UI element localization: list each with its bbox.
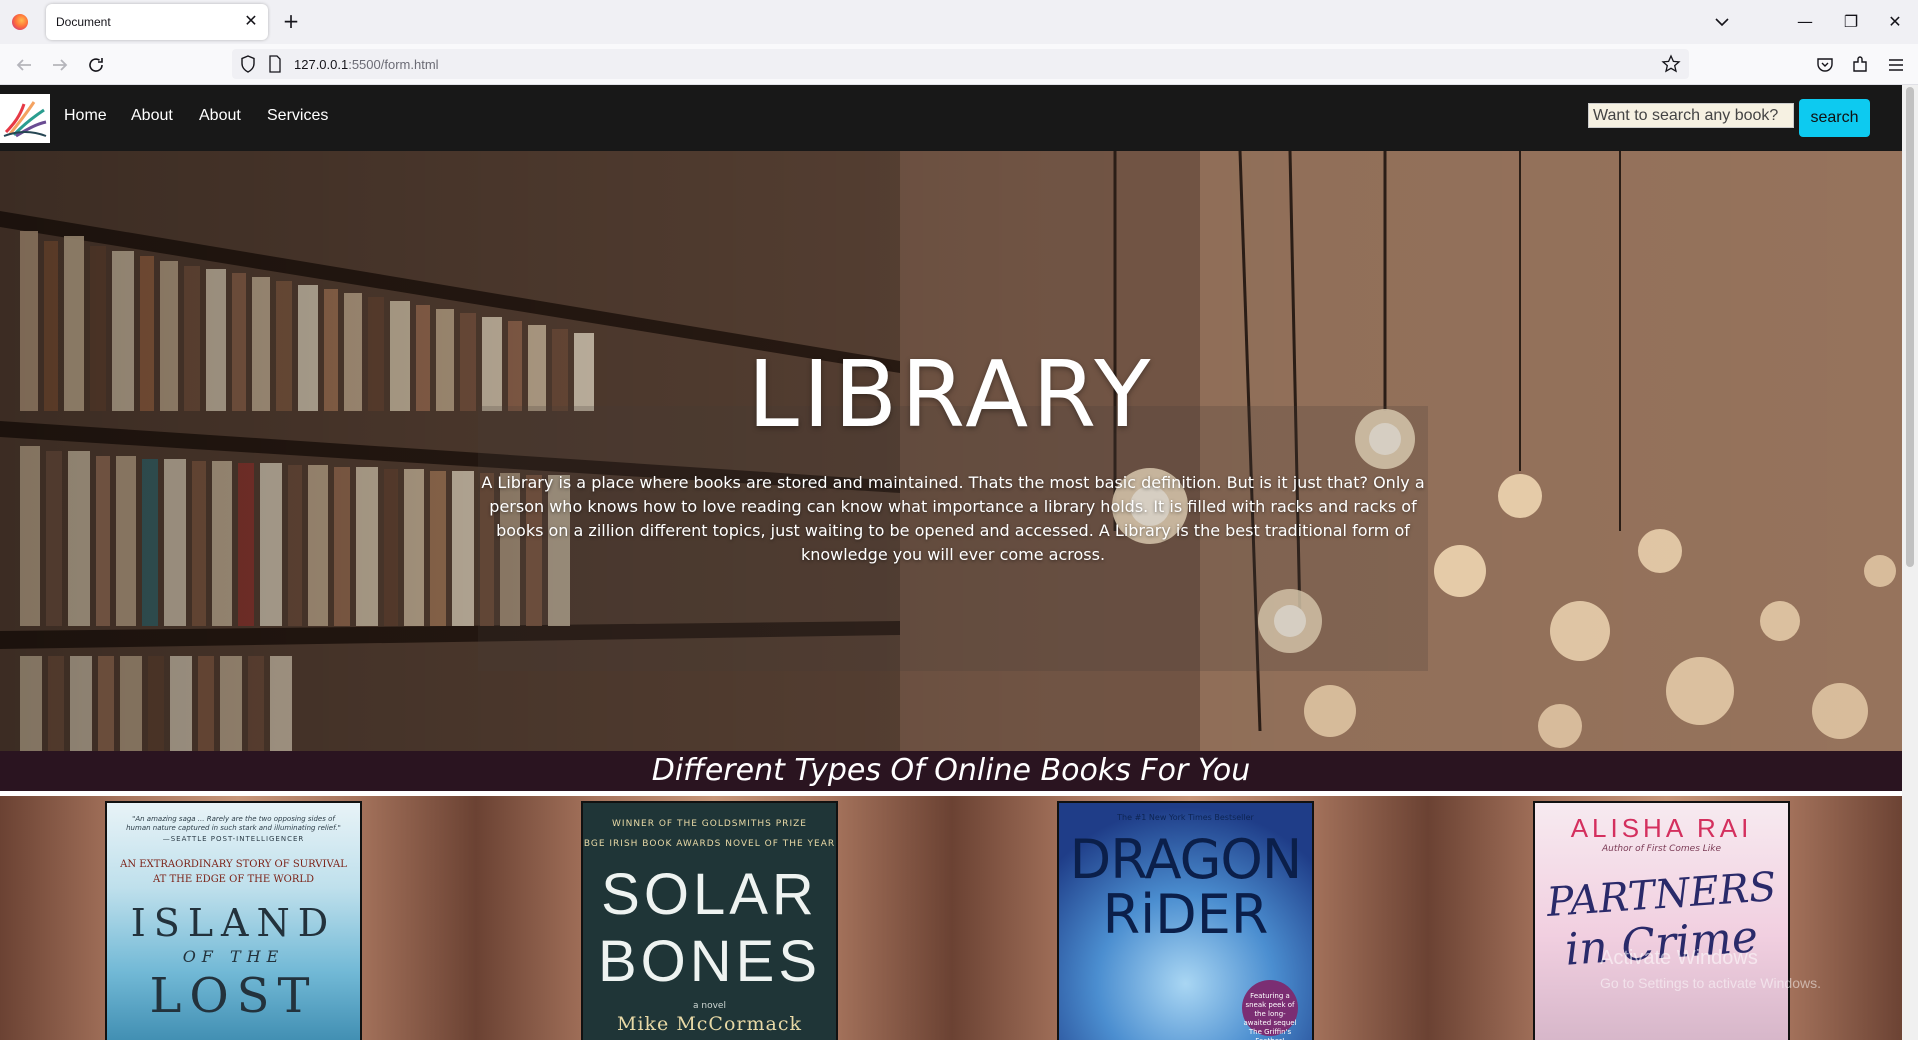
reload-icon[interactable] xyxy=(84,53,108,77)
menu-hamburger-icon[interactable] xyxy=(1886,55,1906,75)
book-title-line-3: LOST xyxy=(149,968,318,1024)
new-tab-button[interactable]: + xyxy=(280,10,302,32)
book-gallery: "An amazing saga ... Rarely are the two … xyxy=(0,796,1904,1040)
web-page: Home About About Services Want to search… xyxy=(0,85,1918,1040)
book-title-line-2: RiDER xyxy=(1102,883,1269,946)
list-all-tabs-icon[interactable] xyxy=(1712,12,1732,32)
book-title-line-2: OF THE xyxy=(182,947,285,966)
book-badge: Featuring a sneak peek of the long-await… xyxy=(1242,980,1298,1040)
section-header: Different Types Of Online Books For You xyxy=(0,751,1902,791)
book-byline: Author of First Comes Like xyxy=(1601,844,1722,854)
firefox-logo-icon xyxy=(12,14,28,30)
scrollbar-thumb[interactable] xyxy=(1906,87,1914,567)
hero-description: A Library is a place where books are sto… xyxy=(481,473,1425,564)
book-author: Mike McCormack xyxy=(617,1013,802,1035)
browser-toolbar: 127.0.0.1:5500/form.html xyxy=(0,44,1918,85)
book-title-line-1: ISLAND xyxy=(130,901,337,945)
book-award-2: BGE IRISH BOOK AWARDS NOVEL OF THE YEAR xyxy=(583,839,836,849)
book-cover-island-of-the-lost[interactable]: "An amazing saga ... Rarely are the two … xyxy=(105,801,362,1040)
book-cover-partners-in-crime[interactable]: ALISHA RAI Author of First Comes Like PA… xyxy=(1533,801,1790,1040)
book-quote-source: —SEATTLE POST-INTELLIGENCER xyxy=(162,835,305,843)
book-tagline-1: AN EXTRAORDINARY STORY OF SURVIVAL xyxy=(120,859,347,870)
hero-section: LIBRARY A Library is a place where books… xyxy=(0,151,1902,751)
bookmark-star-icon[interactable] xyxy=(1661,54,1681,74)
nav-link-services[interactable]: Services xyxy=(267,107,328,125)
book-card[interactable]: "An amazing saga ... Rarely are the two … xyxy=(0,796,476,1040)
site-logo-icon[interactable] xyxy=(0,94,50,143)
book-title-line-1: SOLAR xyxy=(601,862,818,927)
window-restore-button[interactable]: ❐ xyxy=(1828,8,1874,36)
book-title-line-1: DRAGON xyxy=(1069,828,1303,891)
book-cover-dragon-rider[interactable]: The #1 New York Times Bestseller DRAGON … xyxy=(1057,801,1314,1040)
forward-arrow-icon[interactable] xyxy=(48,53,72,77)
tab-title: Document xyxy=(56,15,111,29)
book-subtitle: a novel xyxy=(693,1001,726,1011)
tab-close-icon[interactable]: ✕ xyxy=(242,12,260,30)
window-close-button[interactable]: ✕ xyxy=(1872,8,1918,36)
section-title: Different Types Of Online Books For You xyxy=(651,753,1251,788)
book-cover-solar-bones[interactable]: WINNER OF THE GOLDSMITHS PRIZE BGE IRISH… xyxy=(581,801,838,1040)
page-info-icon[interactable] xyxy=(268,55,282,73)
windows-activation-watermark: Activate Windows xyxy=(1600,947,1758,969)
window-minimize-button[interactable]: — xyxy=(1782,8,1828,36)
hero-title: LIBRARY xyxy=(747,341,1155,448)
search-button[interactable]: search xyxy=(1799,99,1870,137)
book-title-line-2: BONES xyxy=(597,929,822,994)
browser-tab-active[interactable]: Document ✕ xyxy=(46,4,268,40)
book-tagline-2: AT THE EDGE OF THE WORLD xyxy=(152,874,315,885)
book-quote: "An amazing saga ... Rarely are the two … xyxy=(126,815,341,832)
nav-link-about-2[interactable]: About xyxy=(199,107,241,125)
book-card[interactable]: ALISHA RAI Author of First Comes Like PA… xyxy=(1428,796,1904,1040)
book-card[interactable]: WINNER OF THE GOLDSMITHS PRIZE BGE IRISH… xyxy=(476,796,952,1040)
pocket-icon[interactable] xyxy=(1815,55,1835,75)
book-banner: The #1 New York Times Bestseller xyxy=(1117,813,1254,822)
extensions-icon[interactable] xyxy=(1850,55,1870,75)
tracking-shield-icon[interactable] xyxy=(240,55,256,73)
search-input[interactable]: Want to search any book? xyxy=(1588,103,1794,128)
browser-tab-strip: Document ✕ + — ❐ ✕ xyxy=(0,0,1918,44)
site-navbar: Home About About Services Want to search… xyxy=(0,85,1902,151)
book-card[interactable]: The #1 New York Times Bestseller DRAGON … xyxy=(952,796,1428,1040)
url-text: 127.0.0.1:5500/form.html xyxy=(294,57,439,72)
book-award-1: WINNER OF THE GOLDSMITHS PRIZE xyxy=(612,819,807,829)
windows-activation-hint: Go to Settings to activate Windows. xyxy=(1600,975,1821,991)
nav-link-home[interactable]: Home xyxy=(64,107,107,125)
back-arrow-icon[interactable] xyxy=(12,53,36,77)
url-bar[interactable]: 127.0.0.1:5500/form.html xyxy=(232,49,1689,79)
book-author: ALISHA RAI xyxy=(1570,813,1753,843)
nav-link-about[interactable]: About xyxy=(131,107,173,125)
page-scrollbar[interactable] xyxy=(1902,85,1918,1040)
